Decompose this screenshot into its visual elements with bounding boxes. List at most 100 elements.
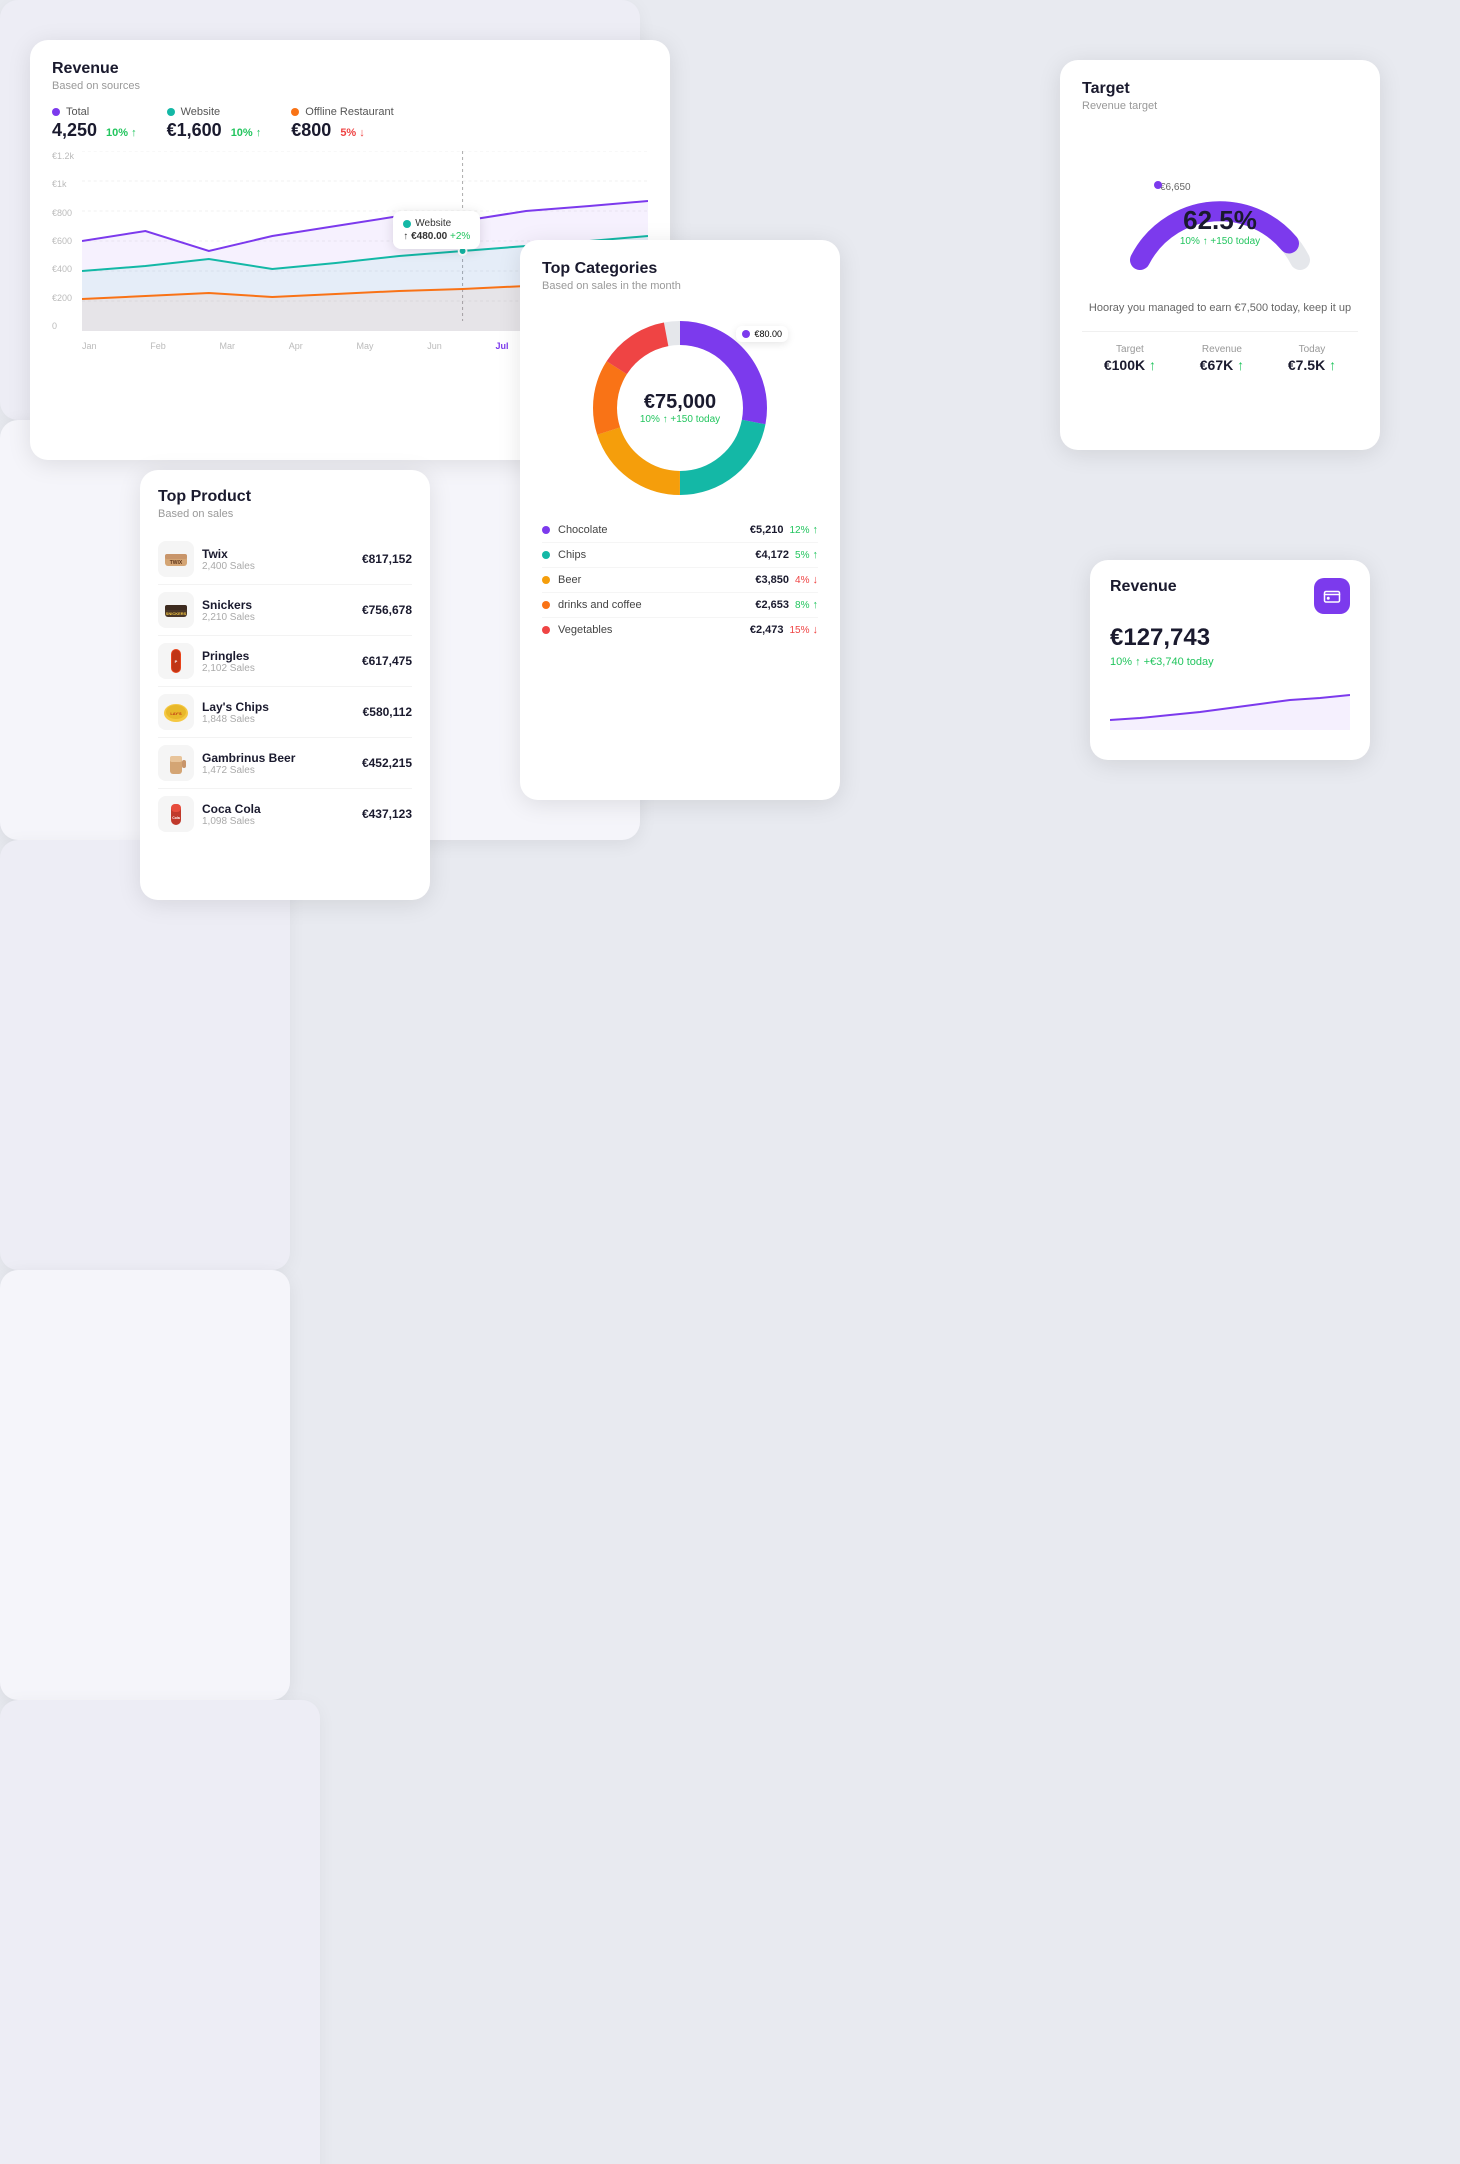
offline-dot (291, 108, 299, 116)
product-info-cola: Coca Cola 1,098 Sales (202, 802, 354, 827)
product-info-twix: Twix 2,400 Sales (202, 547, 354, 572)
svg-text:LAY'S: LAY'S (170, 711, 182, 716)
cat-pct-veg: 15% (789, 625, 809, 636)
website-label: Website (181, 106, 221, 118)
product-revenue-gambrinus: €452,215 (362, 756, 412, 770)
revenue-small-title: Revenue (1110, 578, 1177, 596)
gauge-pct: 62.5% (1180, 205, 1260, 236)
product-thumb-beer (158, 745, 194, 781)
offline-value: €800 5% ↓ (291, 120, 393, 141)
cat-dot-veg (542, 626, 550, 634)
list-item: LAY'S Lay's Chips 1,848 Sales €580,112 (158, 687, 412, 738)
product-sales-twix: 2,400 Sales (202, 561, 354, 572)
chart-tooltip: Website ↑ €480.00 +2% (393, 211, 480, 249)
website-value: €1,600 10% ↑ (167, 120, 262, 141)
product-thumb-twix: TWIX (158, 541, 194, 577)
tooltip-change: +2% (450, 231, 470, 242)
cat-dot-beer (542, 576, 550, 584)
target-subtitle: Revenue target (1082, 100, 1358, 112)
svg-text:TWIX: TWIX (170, 560, 183, 566)
total-value: 4,250 10% ↑ (52, 120, 137, 141)
cat-value-drinks: €2,653 (755, 599, 789, 611)
revenue-small-header: Revenue (1110, 578, 1350, 614)
list-item: Gambrinus Beer 1,472 Sales €452,215 (158, 738, 412, 789)
donut-label-value: €80.00 (754, 329, 782, 339)
product-name-lays: Lay's Chips (202, 700, 355, 714)
product-subtitle: Based on sales (158, 508, 412, 520)
target-message: Hooray you managed to earn €7,500 today,… (1082, 300, 1358, 317)
product-info-gambrinus: Gambrinus Beer 1,472 Sales (202, 751, 354, 776)
categories-list: Chocolate €5,210 12% ↑ Chips €4,172 5% ↑… (542, 518, 818, 642)
categories-card-back2 (0, 1700, 320, 2164)
product-name-snickers: Snickers (202, 598, 354, 612)
product-thumb-pringles: P (158, 643, 194, 679)
list-item: Beer €3,850 4% ↓ (542, 568, 818, 593)
offline-change: 5% ↓ (340, 127, 364, 139)
cat-value-beer: €3,850 (755, 574, 789, 586)
top-product-card: Top Product Based on sales TWIX Twix 2,4… (140, 470, 430, 900)
tooltip-label-text: Website (415, 218, 451, 229)
metric-offline: Offline Restaurant €800 5% ↓ (291, 106, 393, 141)
product-thumb-snickers: SNICKERS (158, 592, 194, 628)
metric-total: Total 4,250 10% ↑ (52, 106, 137, 141)
svg-text:P: P (175, 659, 178, 664)
product-list: TWIX Twix 2,400 Sales €817,152 SNICKERS … (158, 534, 412, 839)
revenue-title: Revenue (52, 60, 648, 78)
gauge-container: €6,650 62.5% 10% ↑ +150 today (1082, 130, 1358, 290)
cat-pct-chocolate: 12% (789, 525, 809, 536)
metrics-row: Total 4,250 10% ↑ Website €1,600 10% ↑ (52, 106, 648, 141)
target-metric-target: Target €100K ↑ (1104, 344, 1156, 373)
product-thumb-lays: LAY'S (158, 694, 194, 730)
list-item: SNICKERS Snickers 2,210 Sales €756,678 (158, 585, 412, 636)
categories-card: Top Categories Based on sales in the mon… (520, 240, 840, 800)
total-dot (52, 108, 60, 116)
product-sales-snickers: 2,210 Sales (202, 612, 354, 623)
revenue-small-value: €127,743 (1110, 624, 1350, 652)
product-name-gambrinus: Gambrinus Beer (202, 751, 354, 765)
list-item: TWIX Twix 2,400 Sales €817,152 (158, 534, 412, 585)
target-metric-revenue: Revenue €67K ↑ (1200, 344, 1244, 373)
target-metric-today: Today €7.5K ↑ (1288, 344, 1336, 373)
product-revenue-twix: €817,152 (362, 552, 412, 566)
product-revenue-cola: €437,123 (362, 807, 412, 821)
cat-name-beer: Beer (558, 574, 755, 586)
product-sales-gambrinus: 1,472 Sales (202, 765, 354, 776)
product-name-twix: Twix (202, 547, 354, 561)
list-item: Chips €4,172 5% ↑ (542, 543, 818, 568)
donut-container: €80.00 €75,000 10% ↑ +150 today (542, 308, 818, 508)
list-item: drinks and coffee €2,653 8% ↑ (542, 593, 818, 618)
tooltip-dot (403, 220, 411, 228)
total-change: 10% ↑ (106, 127, 137, 139)
website-dot (167, 108, 175, 116)
cat-pct-beer: 4% (795, 575, 809, 586)
list-item: P Pringles 2,102 Sales €617,475 (158, 636, 412, 687)
target-metrics: Target €100K ↑ Revenue €67K ↑ Today €7.5… (1082, 331, 1358, 373)
cat-value-veg: €2,473 (750, 624, 784, 636)
product-sales-pringles: 2,102 Sales (202, 663, 354, 674)
cat-dot-drinks (542, 601, 550, 609)
revenue-small-card: Revenue €127,743 10% ↑ +€3,740 today (1090, 560, 1370, 760)
revenue-small-change: 10% ↑ +€3,740 today (1110, 656, 1350, 668)
metric-website: Website €1,600 10% ↑ (167, 106, 262, 141)
total-label: Total (66, 106, 89, 118)
donut-change: 10% ↑ +150 today (640, 414, 720, 425)
product-name-cola: Coca Cola (202, 802, 354, 816)
svg-text:SNICKERS: SNICKERS (166, 611, 187, 616)
product-info-snickers: Snickers 2,210 Sales (202, 598, 354, 623)
website-change: 10% ↑ (231, 127, 262, 139)
gauge-change: 10% ↑ +150 today (1180, 236, 1260, 247)
list-item: Chocolate €5,210 12% ↑ (542, 518, 818, 543)
target-title: Target (1082, 80, 1358, 98)
product-sales-lays: 1,848 Sales (202, 714, 355, 725)
product-info-pringles: Pringles 2,102 Sales (202, 649, 354, 674)
categories-subtitle: Based on sales in the month (542, 280, 818, 292)
cat-value-chocolate: €5,210 (750, 524, 784, 536)
product-card-back2 (0, 840, 290, 1270)
revenue-icon (1314, 578, 1350, 614)
cat-name-veg: Vegetables (558, 624, 750, 636)
cat-value-chips: €4,172 (755, 549, 789, 561)
product-revenue-lays: €580,112 (363, 705, 412, 719)
cat-pct-chips: 5% (795, 550, 809, 561)
cat-dot-chips (542, 551, 550, 559)
offline-label: Offline Restaurant (305, 106, 393, 118)
